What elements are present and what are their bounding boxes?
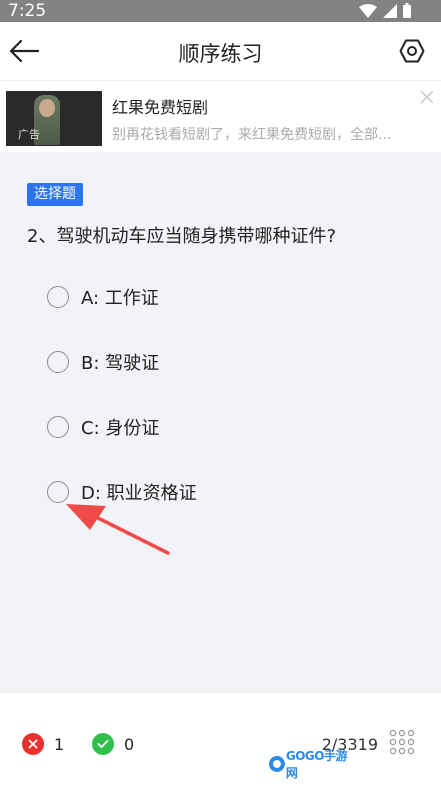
right-count[interactable]: 0 bbox=[92, 733, 134, 755]
question-grid-icon[interactable] bbox=[389, 729, 415, 755]
page-title: 顺序练习 bbox=[178, 42, 263, 66]
close-icon[interactable] bbox=[419, 89, 435, 105]
settings-icon[interactable] bbox=[399, 38, 425, 64]
ad-thumbnail: 广告 bbox=[6, 91, 102, 146]
option-c[interactable]: C: 身份证 bbox=[47, 412, 159, 442]
radio-circle-icon[interactable] bbox=[47, 286, 69, 308]
wrong-count[interactable]: 1 bbox=[22, 733, 64, 755]
signal-icon bbox=[383, 3, 397, 18]
ad-description: 别再花钱看短剧了，来红果免费短剧，全部... bbox=[112, 127, 392, 143]
battery-icon bbox=[403, 3, 411, 18]
question-type-badge: 选择题 bbox=[27, 183, 83, 206]
option-label: B: 驾驶证 bbox=[81, 353, 160, 374]
bottom-bar: 1 0 2/3319 GOGO手游网 bbox=[0, 693, 441, 786]
ad-title: 红果免费短剧 bbox=[112, 98, 209, 117]
question-area: 选择题 2、驾驶机动车应当随身携带哪种证件? A: 工作证 B: 驾驶证 C: … bbox=[0, 152, 441, 693]
watermark-logo: GOGO手游网 bbox=[268, 749, 358, 780]
status-bar: 7:25 bbox=[0, 0, 441, 22]
radio-circle-icon[interactable] bbox=[47, 351, 69, 373]
watermark-text: GOGO手游网 bbox=[285, 749, 348, 780]
status-time: 7:25 bbox=[8, 1, 47, 21]
wrong-count-value: 1 bbox=[54, 734, 65, 754]
radio-circle-icon[interactable] bbox=[47, 416, 69, 438]
option-a[interactable]: A: 工作证 bbox=[47, 282, 159, 312]
ad-banner[interactable]: 广告 红果免费短剧 别再花钱看短剧了，来红果免费短剧，全部... bbox=[0, 80, 441, 152]
option-label: A: 工作证 bbox=[81, 288, 159, 309]
right-count-value: 0 bbox=[124, 734, 135, 754]
annotation-arrow-icon bbox=[66, 504, 170, 555]
status-icons bbox=[359, 3, 411, 18]
wifi-icon bbox=[359, 3, 377, 18]
wrong-icon bbox=[22, 733, 44, 755]
nav-bar: 顺序练习 bbox=[0, 22, 441, 80]
check-icon bbox=[92, 733, 114, 755]
option-b[interactable]: B: 驾驶证 bbox=[47, 347, 159, 377]
option-label: C: 身份证 bbox=[81, 418, 160, 439]
watermark-badge-icon bbox=[268, 756, 285, 772]
ad-tag: 广告 bbox=[18, 128, 40, 141]
question-text: 2、驾驶机动车应当随身携带哪种证件? bbox=[27, 226, 337, 247]
